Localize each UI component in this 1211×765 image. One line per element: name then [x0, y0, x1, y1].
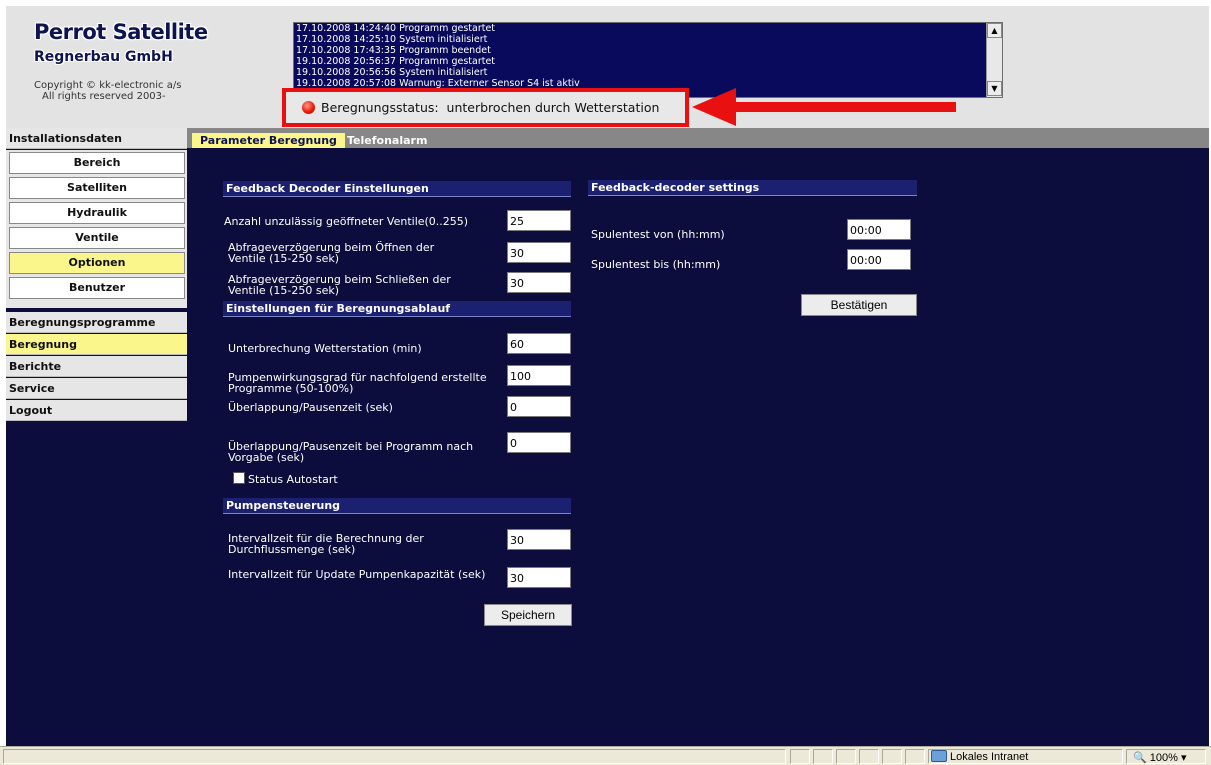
- status-cell: [836, 749, 856, 764]
- tab-parameter-beregnung[interactable]: Parameter Beregnung: [192, 133, 345, 148]
- browser-status-bar: Lokales Intranet 🔍 100% ▾: [0, 746, 1211, 765]
- label-intervall-durchfluss-line2: Durchflussmenge (sek): [228, 543, 356, 556]
- sidebar-item-benutzer[interactable]: Benutzer: [9, 277, 185, 299]
- brand-title: Perrot Satellite: [34, 20, 208, 44]
- sidebar-item-service[interactable]: Service: [6, 378, 187, 399]
- sidebar-item-ventile[interactable]: Ventile: [9, 227, 185, 249]
- tab-bar: Parameter Beregnung Telefonalarm: [187, 128, 1209, 148]
- sidebar-item-hydraulik[interactable]: Hydraulik: [9, 202, 185, 224]
- sidebar-item-beregnung[interactable]: Beregnung: [6, 334, 187, 355]
- status-cell: [859, 749, 879, 764]
- save-button[interactable]: Speichern: [484, 604, 572, 626]
- status-message-cell: [3, 749, 786, 764]
- sidebar-item-beregnungsprogramme[interactable]: Beregnungsprogramme: [6, 312, 187, 333]
- label-spulentest-bis: Spulentest bis (hh:mm): [591, 258, 721, 271]
- sidebar-item-logout[interactable]: Logout: [6, 400, 187, 421]
- autostart-checkbox[interactable]: [233, 472, 245, 484]
- annotation-arrow-icon: [692, 88, 956, 126]
- section-feedback-decoder: Feedback Decoder Einstellungen: [223, 181, 571, 197]
- spulentest-bis-input[interactable]: [847, 249, 911, 270]
- sidebar-item-berichte[interactable]: Berichte: [6, 356, 187, 377]
- copyright-line-1: Copyright © kk-electronic a/s: [34, 80, 182, 91]
- label-pausenzeit-vorgabe-line2: Vorgabe (sek): [228, 451, 305, 464]
- schliessen-delay-input[interactable]: [507, 272, 571, 293]
- pausenzeit-vorgabe-input[interactable]: [507, 432, 571, 453]
- oeffnen-delay-input[interactable]: [507, 242, 571, 263]
- pausenzeit-input[interactable]: [507, 396, 571, 417]
- status-cell: [882, 749, 902, 764]
- sidebar-item-optionen[interactable]: Optionen: [9, 252, 185, 274]
- installation-submenu: Bereich Satelliten Hydraulik Ventile Opt…: [6, 150, 187, 308]
- label-pumpenwirkungsgrad-line2: Programme (50-100%): [228, 382, 354, 395]
- irrigation-status-box: Beregnungsstatus: unterbrochen durch Wet…: [282, 88, 689, 127]
- log-line: 17.10.2008 14:24:40 Programm gestartet: [296, 23, 496, 34]
- scroll-up-icon[interactable]: ▲: [987, 23, 1002, 38]
- header: Perrot Satellite Regnerbau GmbH Copyrigh…: [6, 6, 1209, 128]
- sidebar: Installationsdaten Bereich Satelliten Hy…: [6, 128, 187, 746]
- zoom-icon: 🔍: [1133, 752, 1147, 764]
- sidebar-item-satelliten[interactable]: Satelliten: [9, 177, 185, 199]
- label-intervall-pumpenkapazitaet: Intervallzeit für Update Pumpenkapazität…: [228, 568, 486, 581]
- sidebar-item-bereich[interactable]: Bereich: [9, 152, 185, 174]
- status-alert-icon: [302, 101, 315, 114]
- label-oeffnen-line2: Ventile (15-250 sek): [228, 252, 340, 265]
- label-anzahl-ventile: Anzahl unzulässig geöffneter Ventile(0..…: [224, 215, 469, 228]
- section-pumpensteuerung: Pumpensteuerung: [223, 498, 571, 514]
- irrigation-status: Beregnungsstatus: unterbrochen durch Wet…: [321, 100, 660, 115]
- label-unterbrechung-wetterstation: Unterbrechung Wetterstation (min): [228, 342, 422, 355]
- tab-telefonalarm[interactable]: Telefonalarm: [342, 133, 432, 148]
- confirm-button[interactable]: Bestätigen: [801, 294, 917, 316]
- sidebar-header-installationsdaten[interactable]: Installationsdaten: [6, 128, 187, 149]
- status-cell: [905, 749, 925, 764]
- log-line: 19.10.2008 20:56:56 System initialisiert: [296, 67, 488, 78]
- intervall-pumpenkapazitaet-input[interactable]: [507, 567, 571, 588]
- section-feedback-decoder-settings: Feedback-decoder settings: [588, 180, 917, 196]
- zone-label: Lokales Intranet: [950, 751, 1029, 763]
- label-status-autostart: Status Autostart: [248, 473, 338, 486]
- log-line: 19.10.2008 20:56:37 Programm gestartet: [296, 56, 496, 67]
- intervall-durchfluss-input[interactable]: [507, 529, 571, 550]
- label-spulentest-von: Spulentest von (hh:mm): [591, 228, 725, 241]
- irrigation-status-value: unterbrochen durch Wetterstation: [446, 100, 660, 115]
- pumpenwirkungsgrad-input[interactable]: [507, 365, 571, 386]
- label-schliessen-line2: Ventile (15-250 sek): [228, 284, 340, 297]
- anzahl-ventile-input[interactable]: [507, 210, 571, 231]
- brand-subtitle: Regnerbau GmbH: [34, 49, 173, 65]
- wetterstation-input[interactable]: [507, 333, 571, 354]
- log-line: 17.10.2008 14:25:10 System initialisiert: [296, 34, 488, 45]
- status-cell: [813, 749, 833, 764]
- status-cell: [790, 749, 810, 764]
- copyright-line-2: All rights reserved 2003-: [42, 91, 166, 102]
- label-pausenzeit: Überlappung/Pausenzeit (sek): [228, 401, 393, 414]
- app-frame: Perrot Satellite Regnerbau GmbH Copyrigh…: [6, 6, 1209, 746]
- zoom-level[interactable]: 🔍 100% ▾: [1133, 751, 1186, 764]
- log-line: 17.10.2008 17:43:35 Programm beendet: [296, 45, 491, 56]
- intranet-zone-icon: [931, 750, 947, 762]
- section-beregnungsablauf: Einstellungen für Beregnungsablauf: [223, 301, 571, 317]
- spulentest-von-input[interactable]: [847, 219, 911, 240]
